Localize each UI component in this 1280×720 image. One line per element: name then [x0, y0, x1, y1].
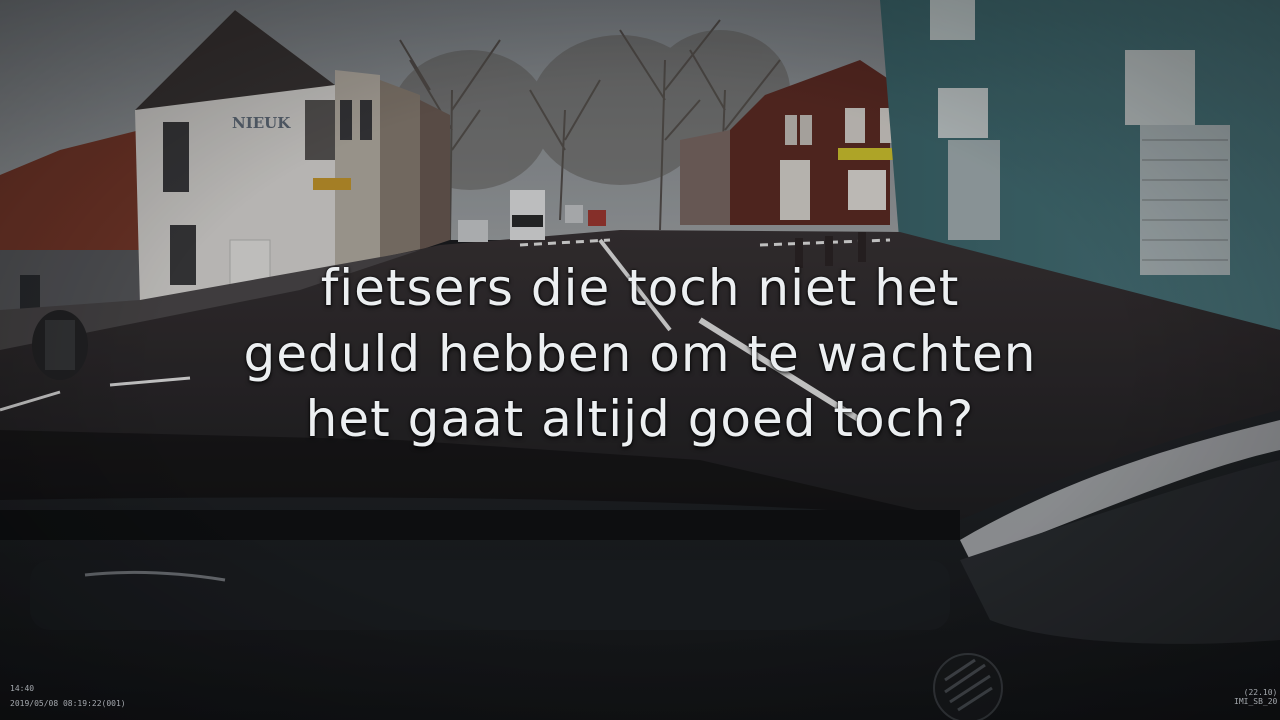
osd-timestamp: 2019/05/08 08:19:22(001)	[10, 699, 126, 708]
building-sign: NIEUK	[232, 114, 291, 132]
dashcam-frame: NIEUK fietsers die toch niet het geduld …	[0, 0, 1280, 720]
subtitle-line-2: geduld hebben om te wachten	[243, 325, 1037, 383]
osd-right-readout: (22.10) IMI_SB_20	[1234, 688, 1277, 706]
osd-time: 14:40	[10, 684, 35, 693]
subtitle-line-3: het gaat altijd goed toch?	[305, 390, 975, 448]
subtitle-line-1: fietsers die toch niet het	[320, 259, 960, 317]
osd-right-value: (22.10)	[1243, 688, 1278, 697]
osd-right-code: IMI_SB_20	[1234, 697, 1278, 706]
